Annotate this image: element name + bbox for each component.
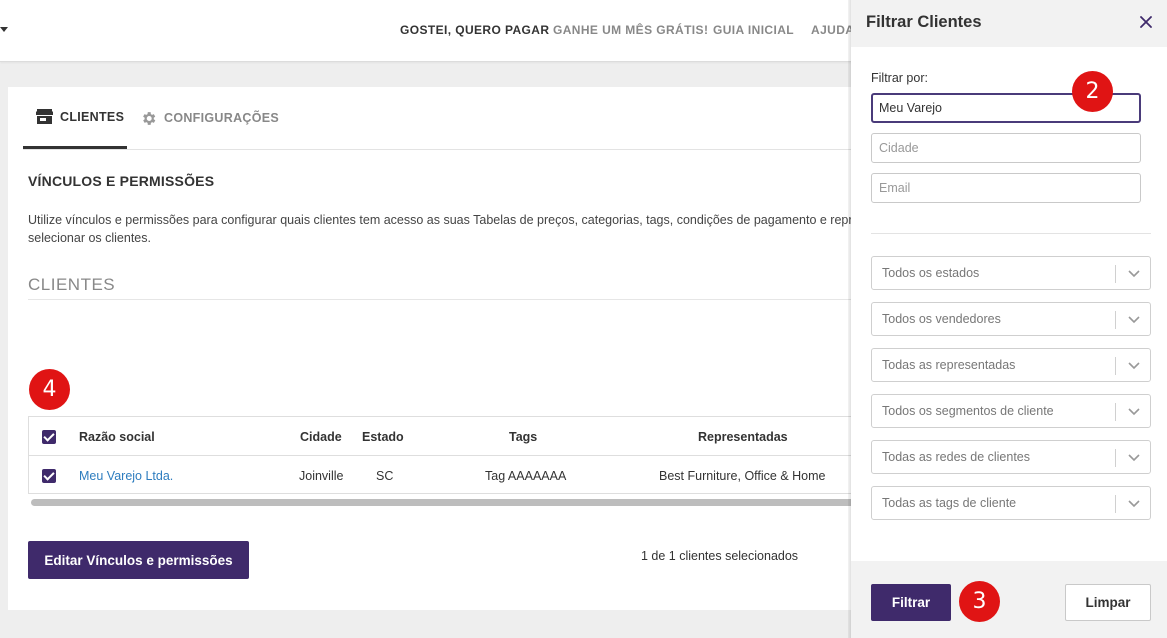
- segment-select-value: Todos os segmentos de cliente: [882, 404, 1054, 418]
- tab-configuracoes-label: CONFIGURAÇÕES: [164, 111, 280, 125]
- section-description-line-1: Utilize vínculos e permissões para confi…: [28, 213, 858, 227]
- store-icon: [36, 109, 53, 124]
- seller-select[interactable]: Todos os vendedores: [871, 302, 1151, 336]
- client-tags-select-value: Todas as tags de cliente: [882, 496, 1017, 510]
- main-card: CLIENTES CONFIGURAÇÕES VÍNCULOS E PERMIS…: [8, 87, 869, 610]
- gear-icon: [143, 111, 156, 125]
- select-all-checkbox-cell: [42, 417, 56, 456]
- select-separator: [1115, 357, 1116, 375]
- col-estado[interactable]: Estado: [362, 417, 404, 456]
- edit-links-permissions-button[interactable]: Editar Vínculos e permissões: [28, 541, 249, 579]
- chevron-down-icon: [1128, 500, 1140, 508]
- select-separator: [1115, 403, 1116, 421]
- client-tags-select[interactable]: Todas as tags de cliente: [871, 486, 1151, 520]
- col-tags[interactable]: Tags: [509, 417, 537, 456]
- network-select[interactable]: Todas as redes de clientes: [871, 440, 1151, 474]
- network-select-value: Todas as redes de clientes: [882, 450, 1031, 464]
- row-cidade: Joinville: [299, 468, 344, 483]
- nav-gostei-quero-pagar[interactable]: GOSTEI, QUERO PAGAR: [400, 23, 549, 37]
- row-razao-social-link[interactable]: Meu Varejo Ltda.: [79, 456, 173, 495]
- col-razao-social[interactable]: Razão social: [79, 417, 155, 456]
- nav-guia-inicial[interactable]: GUIA INICIAL: [713, 23, 794, 37]
- clients-table: Razão social Cidade Estado Tags Represen…: [28, 416, 869, 495]
- col-representadas[interactable]: Representadas: [698, 417, 788, 456]
- step-badge-4: 4: [29, 369, 70, 410]
- filter-panel-header: Filtrar Clientes: [851, 0, 1167, 47]
- email-filter-input[interactable]: [871, 173, 1141, 203]
- clients-divider: [28, 299, 863, 300]
- filter-panel-body: Filtrar por: 2 Todos os estados Todos os…: [851, 47, 1167, 561]
- section-title: VÍNCULOS E PERMISSÕES: [28, 173, 215, 189]
- row-checkbox[interactable]: [42, 468, 56, 483]
- tab-clientes[interactable]: CLIENTES: [23, 87, 127, 149]
- filter-divider: [871, 233, 1151, 234]
- row-checkbox-cell: [42, 456, 56, 495]
- row-representadas: Best Furniture, Office & Home: [659, 468, 826, 483]
- nav-ganhe-um-mes-gratis[interactable]: GANHE UM MÊS GRÁTIS!: [553, 23, 708, 37]
- row-estado: SC: [376, 468, 394, 483]
- state-select[interactable]: Todos os estados: [871, 256, 1151, 290]
- represented-select-value: Todas as representadas: [882, 358, 1016, 372]
- table-row[interactable]: Meu Varejo Ltda. Joinville SC Tag AAAAAA…: [29, 456, 869, 495]
- select-separator: [1115, 495, 1116, 513]
- row-tags: Tag AAAAAAA: [485, 468, 567, 483]
- col-cidade[interactable]: Cidade: [300, 417, 342, 456]
- seller-select-value: Todos os vendedores: [882, 312, 1001, 326]
- chevron-down-icon: [1128, 316, 1140, 324]
- step-badge-2: 2: [1072, 71, 1113, 112]
- dropdown-caret-icon[interactable]: [0, 27, 8, 32]
- selection-count: 1 de 1 clientes selecionados: [641, 549, 799, 563]
- step-badge-3: 3: [959, 581, 1000, 622]
- select-separator: [1115, 449, 1116, 467]
- segment-select[interactable]: Todos os segmentos de cliente: [871, 394, 1151, 428]
- tab-clientes-label: CLIENTES: [60, 109, 125, 124]
- tab-configuracoes[interactable]: CONFIGURAÇÕES: [140, 87, 279, 149]
- filter-panel: Filtrar Clientes Filtrar por: 2 Todos os…: [851, 0, 1167, 638]
- select-separator: [1115, 311, 1116, 329]
- chevron-down-icon: [1128, 454, 1140, 462]
- filter-panel-title: Filtrar Clientes: [866, 13, 982, 31]
- select-all-checkbox[interactable]: [42, 429, 56, 444]
- clear-button[interactable]: Limpar: [1065, 584, 1151, 621]
- state-select-value: Todos os estados: [882, 266, 980, 280]
- clients-heading: CLIENTES: [28, 275, 116, 294]
- city-filter-input[interactable]: [871, 133, 1141, 163]
- filter-by-label: Filtrar por:: [871, 71, 928, 85]
- close-icon[interactable]: [1138, 14, 1154, 30]
- table-header-row: Razão social Cidade Estado Tags Represen…: [29, 417, 869, 456]
- section-description-line-2: selecionar os clientes.: [28, 231, 151, 245]
- chevron-down-icon: [1128, 362, 1140, 370]
- filter-panel-footer: Filtrar 3 Limpar: [851, 561, 1167, 638]
- section-description: Utilize vínculos e permissões para confi…: [28, 211, 858, 247]
- filter-button[interactable]: Filtrar: [871, 584, 951, 621]
- chevron-down-icon: [1128, 408, 1140, 416]
- table-horizontal-scrollbar[interactable]: [31, 499, 868, 506]
- represented-select[interactable]: Todas as representadas: [871, 348, 1151, 382]
- chevron-down-icon: [1128, 270, 1140, 278]
- select-separator: [1115, 265, 1116, 283]
- tab-divider: [23, 149, 868, 150]
